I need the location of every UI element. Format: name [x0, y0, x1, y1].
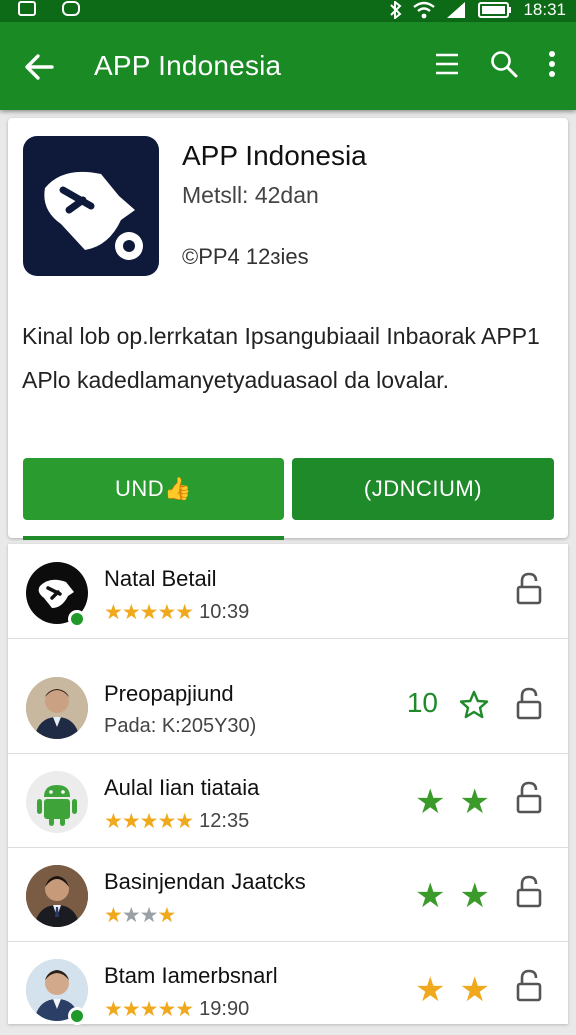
review-meta: ★★★★★ 19:90 — [104, 997, 249, 1022]
wifi-icon — [413, 1, 436, 19]
app-title: APP Indonesia — [182, 140, 367, 171]
review-meta: ★★★★★ 10:39 — [104, 600, 249, 625]
app-info: ©PP4 12ɜies — [182, 244, 309, 269]
avatar — [26, 677, 88, 739]
rating-stars: ★★★★★ — [104, 810, 194, 833]
online-badge — [68, 1007, 86, 1025]
app-bar-title: APP Indonesia — [94, 50, 282, 81]
description-line: Kinal lob op.lerrkatan Ipsangubiaail Inb… — [22, 323, 540, 349]
rating-number: 10 — [406, 687, 438, 718]
rating-star-group: ★ ★ — [415, 785, 490, 819]
rating-stars: ★★★★★ — [104, 998, 194, 1021]
lock-icon[interactable] — [516, 781, 542, 815]
lock-icon[interactable] — [516, 875, 542, 909]
notification-icon — [18, 1, 36, 16]
star-icon[interactable]: ★ — [415, 973, 445, 1007]
signal-icon — [447, 2, 466, 18]
review-time: Pada: K:205Y30) — [104, 715, 257, 737]
reviewer-name: Aulal Iian tiataia — [104, 775, 260, 800]
rating-stars: ★★★★ — [104, 904, 176, 927]
app-bar: APP Indonesia — [0, 22, 576, 110]
avatar — [26, 865, 88, 927]
reviewer-name: Basinjendan Jaatcks — [104, 869, 306, 894]
app-developer: Metsll: 42dan — [182, 182, 319, 208]
review-meta: Pada: K:205Y30) — [104, 715, 256, 738]
lock-icon[interactable] — [516, 687, 542, 721]
star-icon[interactable]: ★ — [460, 973, 490, 1007]
online-badge — [68, 610, 86, 628]
more-vert-icon[interactable] — [548, 50, 556, 78]
status-bar: 18:31 — [0, 0, 576, 22]
rating-star-group: ★ ★ — [415, 973, 490, 1007]
reviewer-name: Btam Iamerbsnarl — [104, 963, 278, 988]
app-detail-card: APP Indonesia Metsll: 42dan ©PP4 12ɜies … — [8, 118, 568, 540]
battery-icon — [478, 2, 512, 18]
app-bar-actions — [434, 50, 556, 78]
reviewer-name: Natal Betail — [104, 566, 217, 591]
bluetooth-icon — [390, 1, 402, 19]
review-meta: ★★★★ — [104, 903, 176, 928]
avatar — [26, 771, 88, 833]
review-list: Natal Betail ★★★★★ 10:39 Preopapjiund Pa… — [8, 544, 568, 1025]
list-item[interactable]: Btam Iamerbsnarl ★★★★★ 19:90 ★ ★ — [8, 941, 568, 1035]
list-item[interactable]: Preopapjiund Pada: K:205Y30) 10 — [8, 659, 568, 754]
list-item[interactable]: Basinjendan Jaatcks ★★★★ ★ ★ — [8, 847, 568, 942]
list-icon[interactable] — [434, 51, 460, 77]
rating-star-group: ★ ★ — [415, 879, 490, 913]
list-item[interactable]: Natal Betail ★★★★★ 10:39 — [8, 544, 568, 639]
star-icon[interactable]: ★ — [460, 879, 490, 913]
description-line: APlo kadedlamanyetyaduasaol da lovalar. — [22, 367, 450, 393]
notification-icon — [62, 1, 80, 16]
star-outline-icon[interactable] — [458, 689, 490, 721]
star-icon[interactable]: ★ — [460, 785, 490, 819]
review-meta: ★★★★★ 12:35 — [104, 809, 249, 834]
status-time: 18:31 — [523, 0, 566, 19]
status-left-icons — [18, 1, 80, 16]
review-time: 10:39 — [199, 601, 250, 623]
review-time: 19:90 — [199, 998, 250, 1020]
open-button[interactable]: (JDNCIUM) — [292, 458, 554, 520]
status-right-icons: 18:31 — [389, 0, 566, 20]
lock-icon[interactable] — [516, 572, 542, 606]
reviewer-name: Preopapjiund — [104, 681, 234, 706]
app-logo-icon — [23, 136, 159, 276]
back-arrow-icon[interactable] — [22, 50, 56, 84]
search-icon[interactable] — [490, 50, 518, 78]
install-button[interactable]: UND👍 — [23, 458, 284, 520]
lock-icon[interactable] — [516, 969, 542, 1003]
star-icon[interactable]: ★ — [415, 785, 445, 819]
tab-indicator — [23, 536, 284, 540]
app-description: Kinal lob op.lerrkatan Ipsangubiaail Inb… — [22, 314, 562, 402]
star-icon[interactable]: ★ — [415, 879, 445, 913]
rating-stars: ★★★★★ — [104, 601, 194, 624]
review-time: 12:35 — [199, 810, 250, 832]
list-item[interactable]: Aulal Iian tiataia ★★★★★ 12:35 ★ ★ — [8, 753, 568, 848]
